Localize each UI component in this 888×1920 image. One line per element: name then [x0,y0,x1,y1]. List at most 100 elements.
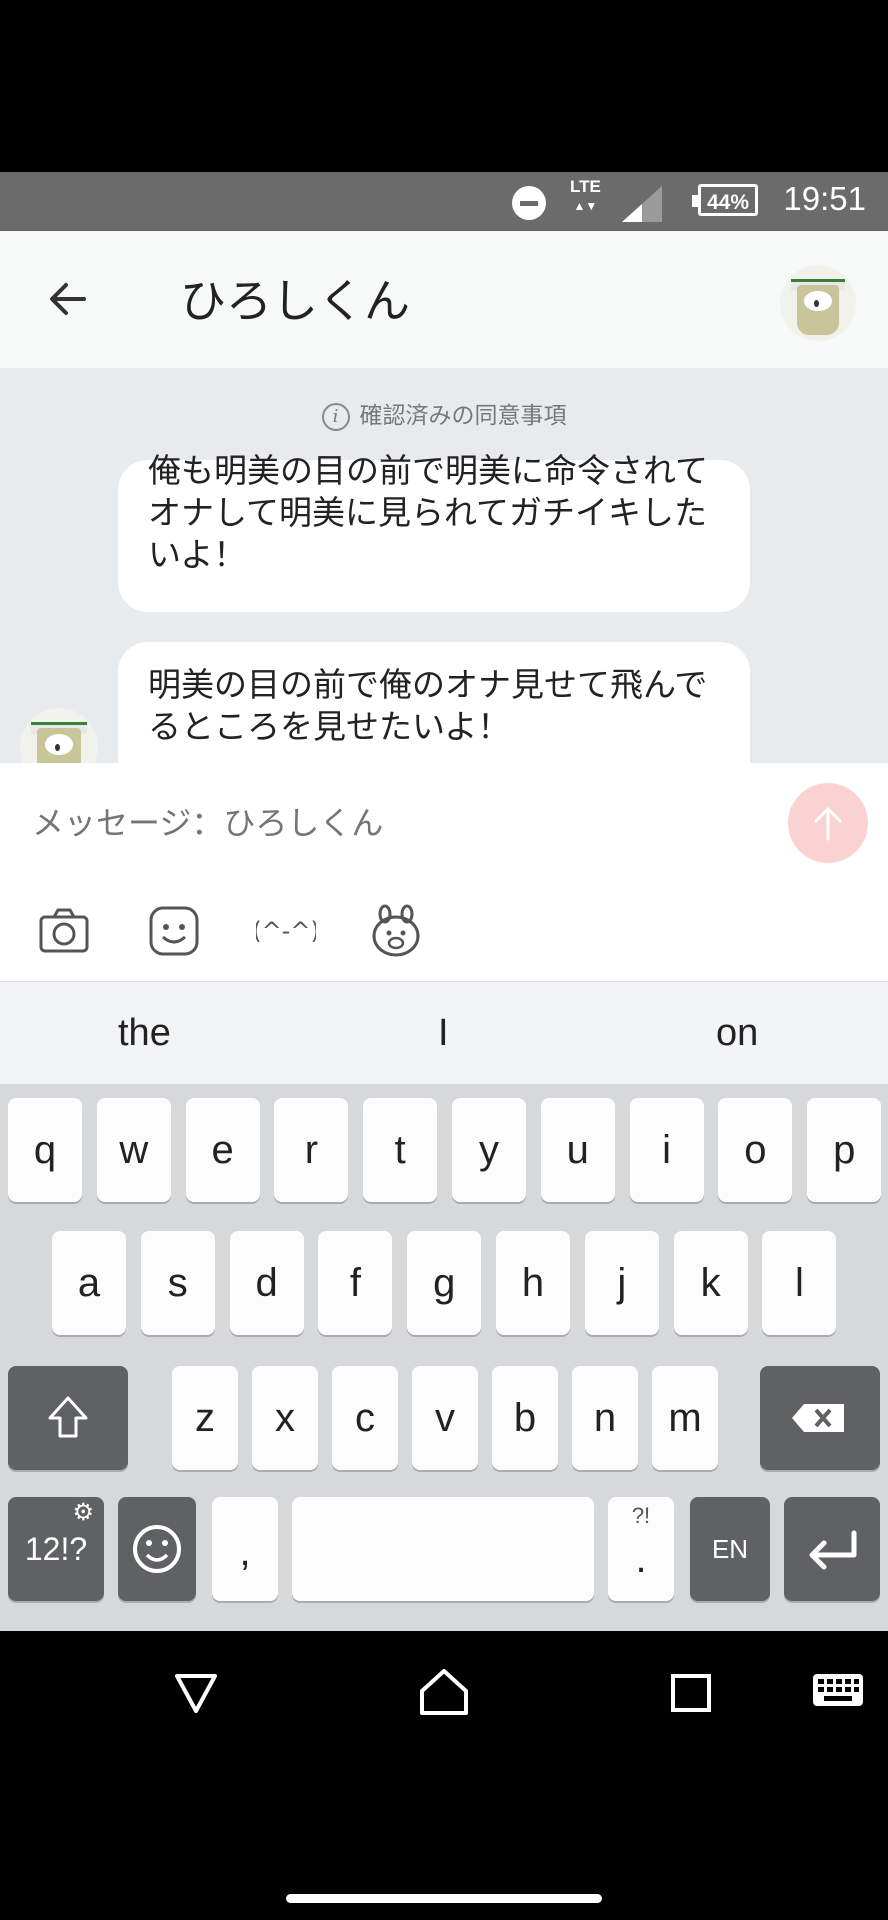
enter-key[interactable] [784,1497,880,1601]
key-label: c [355,1396,375,1440]
key-c[interactable]: c [332,1366,398,1470]
gesture-pill[interactable] [286,1894,602,1903]
key-label: u [566,1128,589,1172]
key-label: f [349,1261,361,1305]
key-d[interactable]: d [229,1231,304,1335]
key-label: n [593,1396,617,1440]
emoji-key[interactable] [118,1497,196,1601]
message-input[interactable] [30,803,774,843]
key-s[interactable]: s [140,1231,215,1335]
key-w[interactable]: w [96,1098,171,1202]
key-label: y [479,1128,499,1172]
key-m[interactable]: m [652,1366,718,1470]
key-b[interactable]: b [492,1366,558,1470]
key-z[interactable]: z [172,1366,238,1470]
key-label: a [77,1261,101,1305]
composer: (^-^) [0,763,888,981]
key-r[interactable]: r [274,1098,349,1202]
key-l[interactable]: l [762,1231,837,1335]
key-label: g [433,1261,456,1305]
key-v[interactable]: v [412,1366,478,1470]
send-button[interactable] [788,783,868,863]
clock: 19:51 [783,180,866,217]
key-label: h [521,1261,545,1305]
info-icon: i [321,402,350,431]
period-hint-label: ?! [631,1503,651,1528]
chat-header: ひろしくん [0,231,888,368]
sender-avatar[interactable] [20,708,98,763]
arrow-up-icon [814,806,842,841]
space-key[interactable] [292,1497,594,1601]
language-key[interactable]: EN [690,1497,770,1601]
back-triangle-icon[interactable] [172,1671,220,1717]
status-bar: LTE ▲▼ 44% 19:51 [0,172,888,231]
key-o[interactable]: o [718,1098,793,1202]
suggestion-word[interactable]: the [118,1012,171,1055]
shift-icon [48,1396,88,1438]
key-label: s [167,1261,188,1305]
key-f[interactable]: f [318,1231,393,1335]
message-text: 明美の目の前で俺のオナ見せて飛んでるところを見せたいよ！ [148,665,708,746]
message-text: 俺も明美の目の前で明美に命令されてオナして明美に見られてガチイキしたいよ！ [148,451,709,574]
suggestion-word[interactable]: I [438,1012,449,1055]
consent-notice[interactable]: i 確認済みの同意事項 [0,396,888,431]
key-label: j [617,1261,627,1305]
camera-icon[interactable] [36,903,92,959]
consent-notice-label: 確認済みの同意事項 [359,403,567,429]
key-h[interactable]: h [496,1231,570,1335]
key-u[interactable]: u [540,1098,615,1202]
key-label: w [119,1128,149,1172]
signal-icon [622,186,662,222]
message-bubble[interactable]: 明美の目の前で俺のオナ見せて飛んでるところを見せたいよ！ [118,642,750,763]
keyboard-icon[interactable] [812,1673,864,1707]
comma-key[interactable]: , [212,1497,278,1601]
key-label: b [513,1396,537,1440]
key-label: x [275,1396,295,1440]
key-label: v [435,1396,455,1440]
navigation-bar [0,1631,888,1920]
key-a[interactable]: a [52,1231,126,1335]
lte-icon: LTE ▲▼ [570,177,601,214]
period-key[interactable]: ?! . [608,1497,674,1601]
home-icon[interactable] [418,1667,470,1717]
key-x[interactable]: x [252,1366,318,1470]
key-n[interactable]: n [572,1366,638,1470]
chat-title: ひろしくん [180,274,410,328]
smiley-icon [133,1525,181,1573]
key-label: o [744,1128,767,1172]
shift-key[interactable] [8,1366,128,1470]
backspace-key[interactable] [760,1366,880,1470]
key-label: t [394,1128,406,1172]
emoticon-icon[interactable]: (^-^) [256,903,316,959]
key-label: z [195,1396,215,1440]
gear-icon: ⚙ [72,1499,94,1526]
symbols-key[interactable]: 12!? ⚙ [8,1497,104,1601]
message-bubble[interactable]: 俺も明美の目の前で明美に命令されてオナして明美に見られてガチイキしたいよ！ [118,451,750,612]
character-sticker-icon[interactable] [368,903,424,959]
recents-icon[interactable] [670,1673,712,1713]
language-key-label: EN [711,1534,749,1564]
key-label: k [700,1261,721,1305]
avatar[interactable] [780,265,856,341]
key-t[interactable]: t [363,1098,438,1202]
key-k[interactable]: k [673,1231,748,1335]
sticker-smiley-icon[interactable] [146,903,202,959]
suggestion-bar: the I on [0,981,888,1084]
key-e[interactable]: e [185,1098,260,1202]
key-i[interactable]: i [629,1098,704,1202]
key-g[interactable]: g [407,1231,482,1335]
do-not-disturb-icon [512,186,546,220]
enter-icon [809,1530,857,1570]
key-y[interactable]: y [452,1098,526,1202]
key-p[interactable]: p [807,1098,882,1202]
key-q[interactable]: q [8,1098,82,1202]
key-label: p [833,1128,856,1172]
key-label: d [255,1261,278,1305]
message-list[interactable]: i 確認済みの同意事項 俺も明美の目の前で明美に命令されてオナして明美に見られてガ… [0,368,888,763]
soft-keyboard: the I on 12!? ⚙ , ?! . EN qwe r t y u i … [0,981,888,1631]
key-label: e [211,1128,234,1172]
key-label: m [668,1396,702,1440]
arrow-left-icon[interactable] [44,275,92,323]
key-j[interactable]: j [584,1231,659,1335]
suggestion-word[interactable]: on [716,1012,758,1055]
